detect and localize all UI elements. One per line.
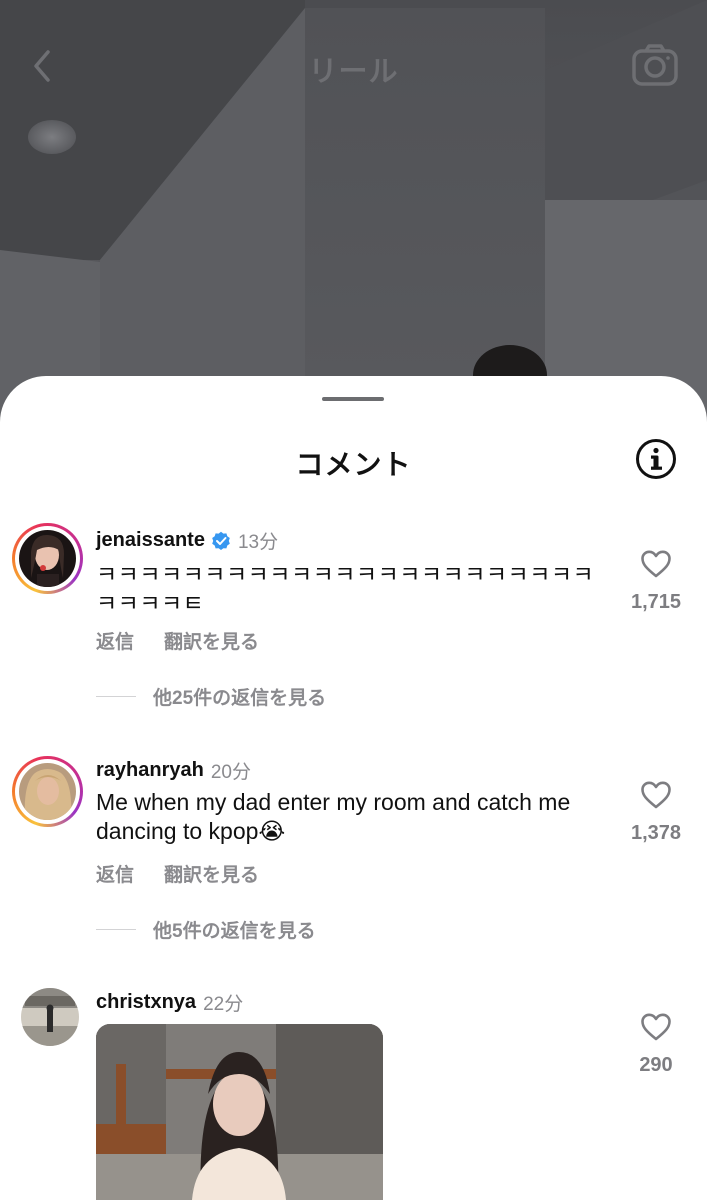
heart-icon[interactable]	[640, 1012, 672, 1042]
divider-line	[96, 696, 136, 697]
view-replies-label: 他5件の返信を見る	[153, 921, 316, 942]
avatar-image	[21, 988, 79, 1046]
comments-title: コメント	[295, 449, 412, 480]
comment-header: rayhanryah 20分	[96, 757, 251, 784]
like-count: 290	[639, 1054, 673, 1076]
username[interactable]: jenaissante	[96, 529, 205, 552]
comment-actions: 返信 翻訳を見る	[96, 627, 259, 654]
translate-button[interactable]: 翻訳を見る	[164, 632, 259, 653]
like-control: 1,715	[620, 549, 692, 614]
view-replies-button[interactable]: 他25件の返信を見る	[96, 683, 326, 710]
comment-header: christxnya 22分	[96, 989, 243, 1016]
heart-icon[interactable]	[640, 780, 672, 810]
camera-icon[interactable]	[630, 42, 680, 88]
comment-header: jenaissante 13分	[96, 527, 278, 554]
comment-text: Me when my dad enter my room and catch m…	[96, 789, 571, 844]
avatar[interactable]	[21, 988, 79, 1046]
avatar-image	[19, 530, 76, 587]
info-icon[interactable]	[635, 438, 677, 480]
heart-icon[interactable]	[640, 549, 672, 579]
comment-text: ㅋㅋㅋㅋㅋㅋㅋㅋㅋㅋㅋㅋㅋㅋㅋㅋㅋㅋㅋㅋㅋㅋㅋㅋㅋㅋㅋㅌ	[96, 561, 595, 616]
like-control: 290	[620, 1012, 692, 1077]
verified-badge-icon	[212, 531, 230, 550]
view-replies-label: 他25件の返信を見る	[153, 688, 327, 709]
like-count: 1,715	[630, 591, 682, 613]
avatar[interactable]	[12, 756, 83, 827]
gif-image	[96, 1024, 383, 1200]
username[interactable]: christxnya	[96, 991, 196, 1014]
translate-button[interactable]: 翻訳を見る	[164, 865, 259, 886]
comment-actions: 返信 翻訳を見る	[96, 860, 259, 887]
like-count: 1,378	[630, 822, 682, 844]
ceiling-light	[28, 120, 76, 154]
reply-button[interactable]: 返信	[96, 865, 134, 886]
username[interactable]: rayhanryah	[96, 759, 204, 782]
like-control: 1,378	[620, 780, 692, 845]
reels-title: リール	[308, 56, 399, 88]
sheet-drag-handle[interactable]	[322, 397, 384, 401]
view-replies-button[interactable]: 他5件の返信を見る	[96, 916, 316, 943]
comment-time: 22分	[203, 994, 244, 1015]
reply-button[interactable]: 返信	[96, 632, 134, 653]
avatar[interactable]	[12, 523, 83, 594]
avatar-image	[19, 763, 76, 820]
comments-sheet: コメント jenaissante 13分 ㅋㅋㅋㅋㅋㅋㅋㅋㅋㅋㅋㅋㅋㅋㅋㅋㅋㅋㅋ…	[0, 376, 707, 1200]
comment-time: 13分	[237, 532, 279, 553]
comment-gif[interactable]	[96, 1024, 383, 1200]
divider-line	[96, 929, 136, 930]
comment-time: 20分	[210, 762, 251, 783]
reel-video-background[interactable]: リール	[0, 0, 707, 420]
